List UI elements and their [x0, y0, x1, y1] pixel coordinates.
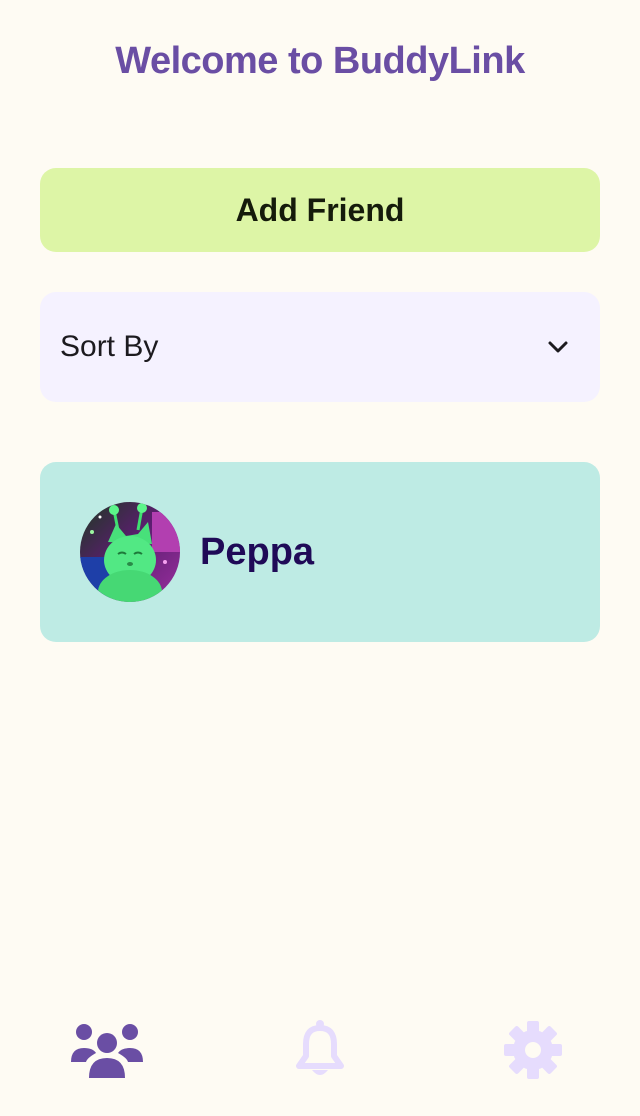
bell-icon: [296, 1020, 344, 1075]
gear-icon: [504, 1021, 562, 1079]
friend-card[interactable]: Peppa: [40, 462, 600, 642]
sort-by-dropdown[interactable]: Sort By: [40, 292, 600, 402]
friend-name: Peppa: [200, 530, 315, 573]
page-title: Welcome to BuddyLink: [115, 40, 525, 82]
friends-icon: [71, 1024, 143, 1078]
sort-by-label: Sort By: [60, 330, 159, 363]
nav-friends[interactable]: [62, 1010, 152, 1090]
nav-settings[interactable]: [488, 1010, 578, 1090]
nav-notifications[interactable]: [275, 1010, 365, 1090]
bottom-nav: [0, 1000, 640, 1100]
chevron-down-icon: [538, 327, 578, 367]
friend-avatar: [80, 502, 180, 602]
add-friend-button[interactable]: Add Friend: [40, 168, 600, 252]
